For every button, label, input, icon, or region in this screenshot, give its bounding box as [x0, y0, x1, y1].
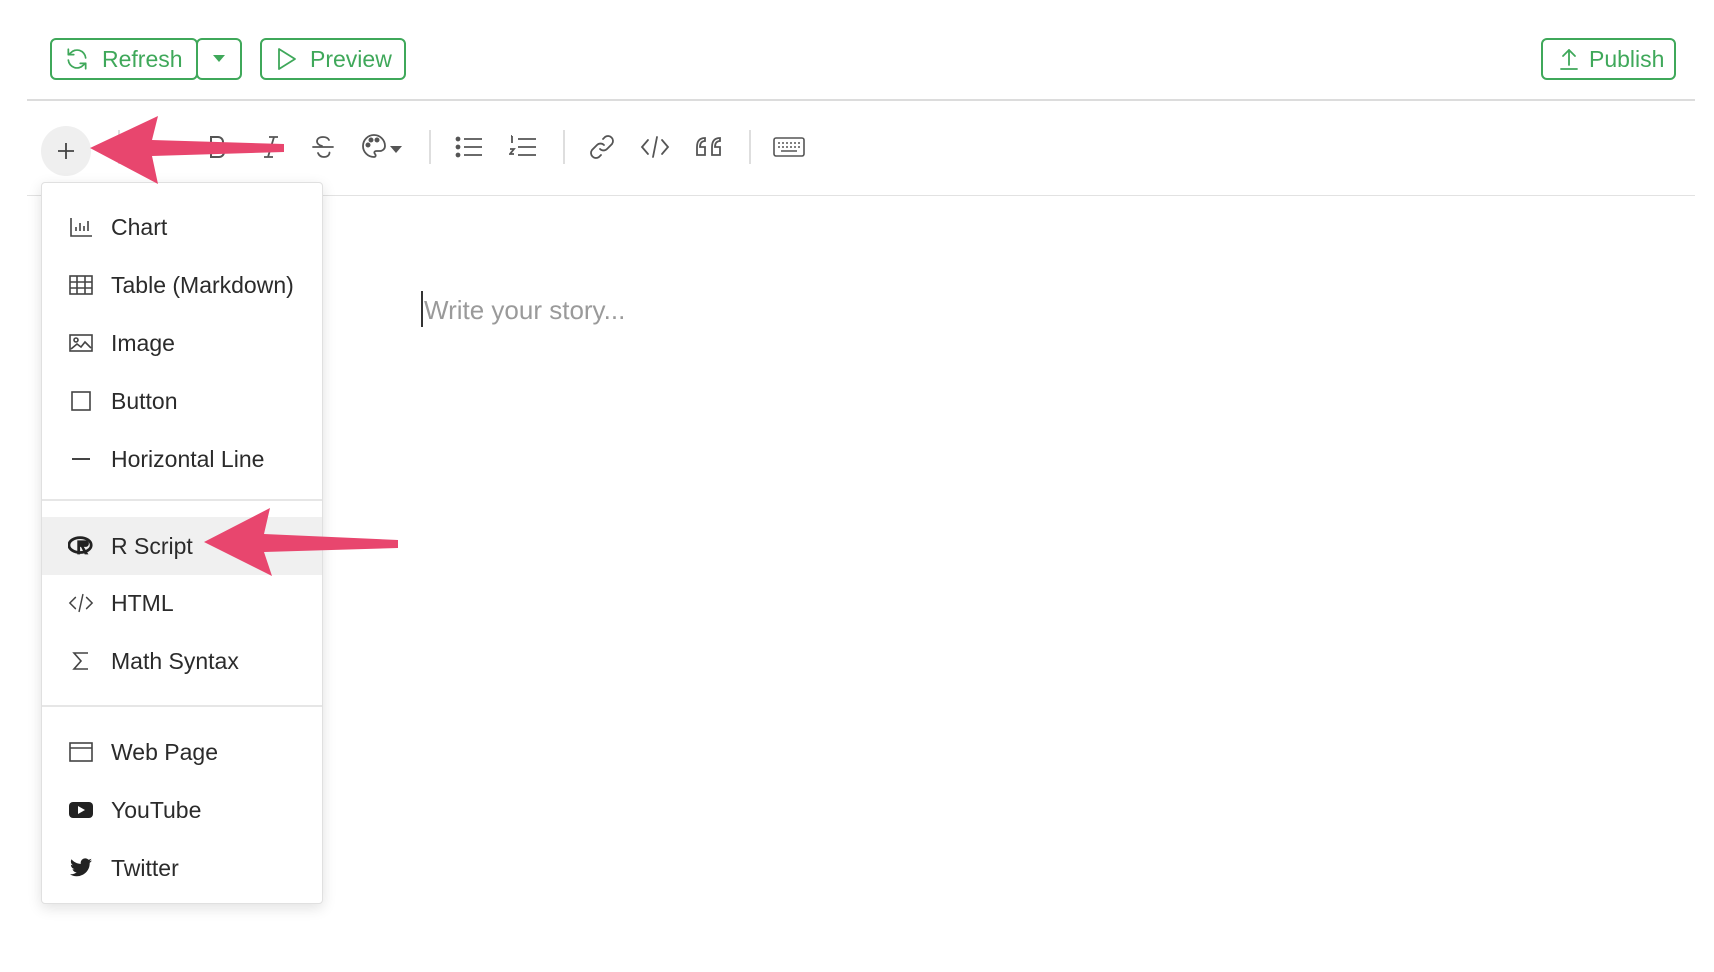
- menu-item-twitter[interactable]: Twitter: [42, 840, 322, 896]
- twitter-icon: [68, 855, 94, 881]
- menu-divider: [42, 499, 322, 501]
- refresh-icon: [64, 46, 90, 72]
- keyboard-icon[interactable]: [772, 132, 806, 162]
- editor-placeholder[interactable]: Write your story...: [424, 295, 625, 326]
- image-icon: [68, 330, 94, 356]
- upload-icon: [1559, 47, 1579, 71]
- menu-item-label: R Script: [111, 532, 193, 559]
- chart-icon: [68, 214, 94, 240]
- menu-item-label: YouTube: [111, 796, 202, 823]
- palette-icon[interactable]: [360, 130, 404, 164]
- sigma-icon: [68, 648, 94, 674]
- menu-item-html[interactable]: HTML: [42, 575, 322, 631]
- play-icon: [276, 47, 298, 71]
- menu-item-label: Button: [111, 387, 178, 414]
- link-icon[interactable]: [587, 132, 617, 162]
- menu-item-table[interactable]: Table (Markdown): [42, 257, 322, 313]
- refresh-options-dropdown[interactable]: [196, 38, 242, 80]
- numbered-list-icon[interactable]: [508, 132, 538, 162]
- menu-item-button[interactable]: Button: [42, 373, 322, 429]
- header-divider: [27, 99, 1695, 101]
- code-icon: [68, 590, 94, 616]
- menu-divider: [42, 705, 322, 707]
- menu-item-label: Math Syntax: [111, 647, 239, 674]
- button-icon: [68, 388, 94, 414]
- menu-item-horizontal-line[interactable]: Horizontal Line: [42, 431, 322, 487]
- menu-item-label: Image: [111, 329, 175, 356]
- menu-item-label: Web Page: [111, 738, 218, 765]
- insert-button[interactable]: [41, 126, 91, 176]
- toolbar-separator: [563, 130, 565, 164]
- menu-item-image[interactable]: Image: [42, 315, 322, 371]
- browser-window-icon: [68, 739, 94, 765]
- menu-item-label: Horizontal Line: [111, 445, 265, 472]
- refresh-label: Refresh: [102, 45, 183, 72]
- menu-item-math-syntax[interactable]: Math Syntax: [42, 633, 322, 689]
- strikethrough-icon[interactable]: [308, 132, 338, 162]
- menu-item-web-page[interactable]: Web Page: [42, 724, 322, 780]
- refresh-button[interactable]: Refresh: [50, 38, 198, 80]
- menu-item-label: Chart: [111, 213, 168, 240]
- italic-icon[interactable]: [256, 132, 286, 162]
- youtube-icon: [68, 797, 94, 823]
- publish-label: Publish: [1589, 45, 1665, 72]
- horizontal-line-icon: [68, 446, 94, 472]
- menu-item-r-script[interactable]: R Script: [42, 517, 322, 575]
- toolbar-separator: [118, 130, 120, 164]
- plus-icon: [56, 141, 76, 161]
- bold-icon[interactable]: [202, 132, 232, 162]
- quote-icon[interactable]: [694, 132, 724, 162]
- caret-down-icon: [212, 54, 226, 64]
- table-icon: [68, 272, 94, 298]
- menu-item-chart[interactable]: Chart: [42, 199, 322, 255]
- toolbar-separator: [429, 130, 431, 164]
- preview-button[interactable]: Preview: [260, 38, 406, 80]
- r-logo-icon: [68, 533, 94, 559]
- text-cursor: [421, 291, 423, 327]
- bullet-list-icon[interactable]: [454, 132, 484, 162]
- toolbar-separator: [749, 130, 751, 164]
- insert-menu: Chart Table (Markdown) Image Button Hori…: [41, 182, 323, 904]
- publish-button[interactable]: Publish: [1541, 38, 1676, 80]
- menu-item-youtube[interactable]: YouTube: [42, 782, 322, 838]
- menu-item-label: Twitter: [111, 854, 179, 881]
- code-icon[interactable]: [640, 132, 670, 162]
- menu-item-label: HTML: [111, 589, 174, 616]
- menu-item-label: Table (Markdown): [111, 271, 294, 298]
- preview-label: Preview: [310, 45, 392, 72]
